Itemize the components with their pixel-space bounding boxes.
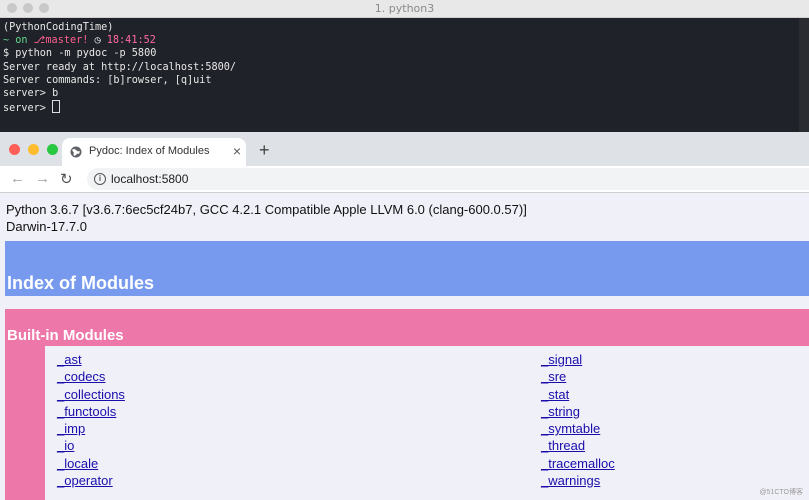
browser-close-button[interactable] (9, 144, 20, 155)
module-link[interactable]: _string (541, 403, 615, 420)
index-heading-bar: Index of Modules (5, 241, 809, 296)
modules-column-left: _ast _codecs _collections _functools _im… (57, 351, 125, 489)
terminal-line: server> b (3, 88, 59, 100)
git-branch-icon: ⎇ (33, 35, 46, 47)
page-title: Index of Modules (7, 273, 155, 293)
module-link[interactable]: _codecs (57, 368, 125, 385)
module-link[interactable]: _thread (541, 437, 615, 454)
module-link[interactable]: _tracemalloc (541, 455, 615, 472)
terminal-line: Server commands: [b]rowser, [q]uit (3, 74, 212, 86)
clock-icon: ◷ (94, 35, 107, 47)
module-link[interactable]: _sre (541, 368, 615, 385)
module-link[interactable]: _locale (57, 455, 125, 472)
browser-window: Pydoc: Index of Modules × + ← → ↻ i loca… (0, 132, 809, 500)
prompt-time: 18:41:52 (106, 35, 156, 47)
section-indent-strip (5, 346, 45, 500)
reload-icon[interactable]: ↻ (60, 170, 73, 188)
tab-pydoc[interactable]: Pydoc: Index of Modules × (62, 138, 246, 166)
builtin-section-bar: Built-in Modules (5, 309, 809, 346)
watermark: @51CTO博客 (759, 489, 803, 496)
forward-arrow-icon[interactable]: → (35, 170, 50, 187)
info-icon[interactable]: i (94, 173, 106, 185)
git-branch: master! (45, 35, 95, 47)
module-link[interactable]: _ast (57, 351, 125, 368)
module-link[interactable]: _signal (541, 351, 615, 368)
terminal-title: 1. python3 (374, 2, 435, 15)
module-link[interactable]: _symtable (541, 420, 615, 437)
module-link[interactable]: _stat (541, 386, 615, 403)
terminal-scrollbar[interactable] (799, 18, 809, 132)
browser-window-controls (9, 144, 58, 155)
page-content: Python 3.6.7 [v3.6.7:6ec5cf24b7, GCC 4.2… (0, 193, 809, 500)
tab-title: Pydoc: Index of Modules (89, 145, 210, 157)
section-title: Built-in Modules (7, 327, 124, 344)
terminal-line: $ python -m pydoc -p 5800 (3, 48, 157, 60)
back-arrow-icon[interactable]: ← (10, 170, 25, 187)
platform-info: Darwin-17.7.0 (6, 219, 87, 234)
modules-column-right: _signal _sre _stat _string _symtable _th… (541, 351, 615, 489)
tab-close-icon[interactable]: × (233, 143, 241, 159)
globe-icon (70, 146, 82, 158)
module-link[interactable]: _functools (57, 403, 125, 420)
terminal-line-prefix: ~ on (3, 35, 34, 47)
module-link[interactable]: _collections (57, 386, 125, 403)
terminal-titlebar: 1. python3 (0, 0, 809, 18)
address-bar[interactable]: i localhost:5800 (87, 168, 809, 190)
terminal-line: Server ready at http://localhost:5800/ (3, 61, 237, 73)
browser-toolbar: ← → ↻ i localhost:5800 (0, 166, 809, 193)
terminal-line: (PythonCodingTime) (3, 22, 114, 33)
address-url: localhost:5800 (111, 172, 189, 186)
module-link[interactable]: _warnings (541, 472, 615, 489)
module-link[interactable]: _io (57, 437, 125, 454)
browser-zoom-button[interactable] (47, 144, 58, 155)
terminal-line: server> (3, 103, 53, 115)
terminal-cursor (52, 100, 61, 114)
new-tab-button[interactable]: + (259, 140, 270, 161)
module-link[interactable]: _imp (57, 420, 125, 437)
browser-minimize-button[interactable] (28, 144, 39, 155)
python-version: Python 3.6.7 [v3.6.7:6ec5cf24b7, GCC 4.2… (6, 202, 527, 217)
module-link[interactable]: _operator (57, 472, 125, 489)
terminal-output[interactable]: (PythonCodingTime) ~ on ⎇master! ◷ 18:41… (0, 18, 809, 132)
tab-bar: Pydoc: Index of Modules × + (0, 132, 809, 166)
